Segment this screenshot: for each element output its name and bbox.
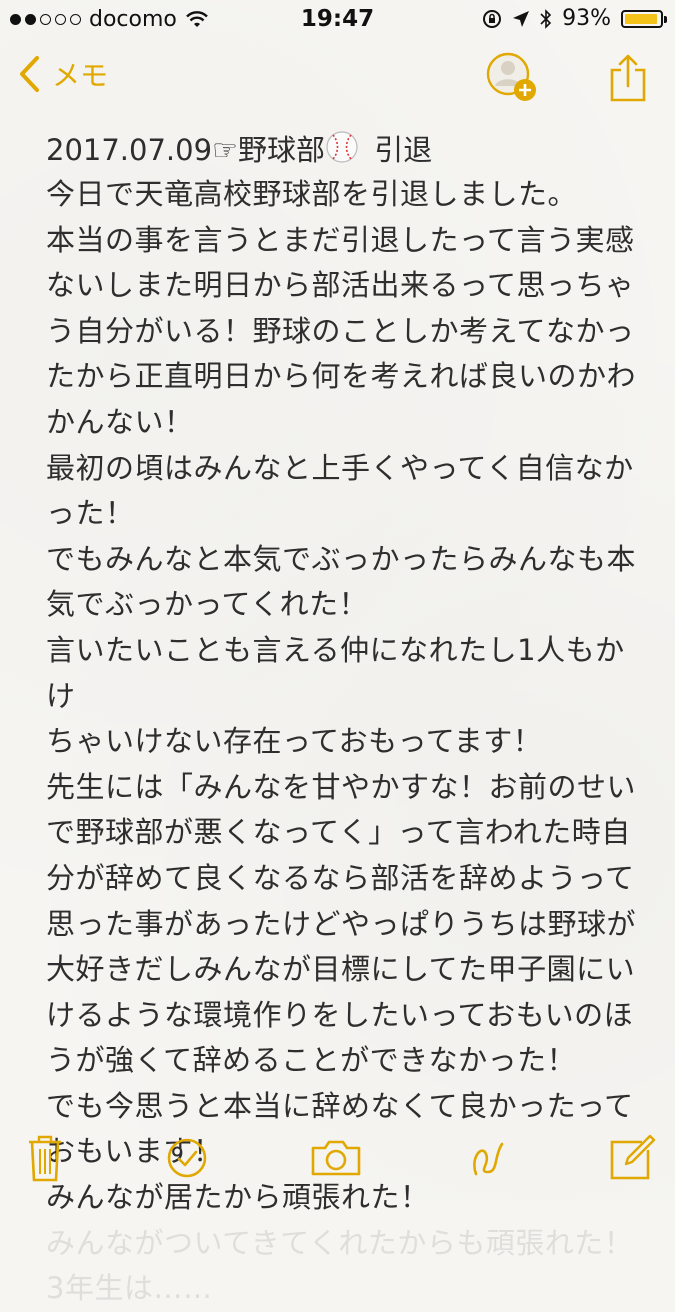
trash-icon[interactable] [15, 1128, 75, 1188]
chevron-left-icon [20, 56, 39, 92]
note-line: 3年生は…… [46, 1271, 213, 1306]
note-line: 大好きだしみんなが目標にしてた甲子園にい [46, 952, 636, 987]
nav-bar: メモ [0, 44, 675, 114]
note-line: 思った事があったけどやっぱりうちは野球が [46, 906, 637, 941]
note-line: ないしまた明日から部活出来るって思っちゃ [46, 268, 635, 303]
status-bar: docomo 19:47 93% [0, 0, 675, 40]
sketch-icon[interactable] [458, 1128, 518, 1188]
bluetooth-icon [540, 8, 552, 29]
note-line: 分が辞めて良くなるなら部活を辞めようって [46, 860, 635, 895]
back-label: メモ [52, 59, 109, 92]
note-line: たから正直明日から何を考えれば良いのかわ [46, 359, 637, 394]
baseball-emoji-icon [326, 131, 358, 163]
note-line: 最初の頃はみんなと上手くやってく自信なか [46, 450, 634, 485]
note-line: 先生には「みんなを甘やかすな！お前のせい [46, 769, 637, 804]
note-line: で野球部が悪くなってく」って言われた時自 [46, 815, 631, 850]
back-button[interactable]: メモ [18, 54, 108, 94]
add-person-icon[interactable] [486, 52, 538, 104]
battery-percent: 93% [562, 6, 611, 31]
note-title-suffix: 引退 [374, 133, 433, 167]
location-arrow-icon [513, 10, 530, 27]
compose-icon[interactable] [602, 1128, 662, 1188]
note-line: みんながついてきてくれたからも頑張れた！ [46, 1225, 634, 1260]
battery-level [625, 13, 657, 24]
note-title-text: 2017.07.09☞野球部 [46, 133, 326, 167]
note-line: 本当の事を言うとまだ引退したって言う実感 [46, 222, 635, 257]
note-line: った！ [46, 496, 135, 531]
note-line: 今日で天竜高校野球部を引退しました。 [46, 177, 578, 211]
share-icon[interactable] [608, 52, 648, 104]
note-body: 今日で天竜高校野球部を引退しました。本当の事を言うとまだ引退したって言う実感 ない… [46, 172, 646, 1221]
battery-icon [621, 9, 667, 28]
note-title: 2017.07.09☞野球部 引退 [46, 128, 646, 172]
note-line: うが強くて辞めることができなかった！ [46, 1043, 577, 1078]
camera-icon[interactable] [306, 1128, 366, 1188]
note-line: かんない！ [46, 404, 194, 439]
note-line: う自分がいる！野球のことしか考えてなかっ [46, 313, 635, 348]
note-line: ちゃいけない存在っておもってます！ [46, 724, 543, 759]
note-line: けるような環境作りをしたいっておもいのほ [46, 997, 634, 1032]
status-right: 93% [482, 6, 667, 31]
bottom-toolbar [0, 1120, 675, 1200]
note-line: 言いたいことも言える仲になれたし1人もかけ [46, 632, 625, 713]
note-line: 気でぶっかってくれた！ [46, 587, 369, 622]
rotation-lock-icon [483, 9, 502, 28]
note-body-overflow: みんながついてきてくれたからも頑張れた！ 3年生は…… [46, 1221, 646, 1312]
checklist-icon[interactable] [157, 1128, 217, 1188]
note-line: でもみんなと本気でぶっかったらみんなも本 [46, 541, 637, 576]
